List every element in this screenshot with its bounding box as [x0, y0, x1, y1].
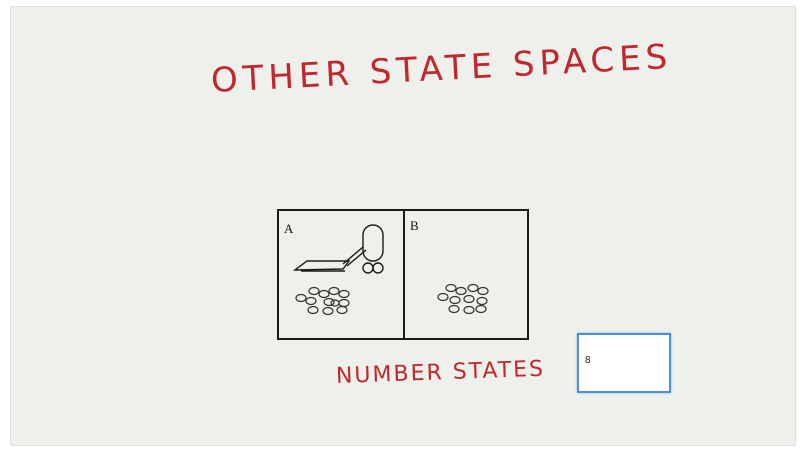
dirt-icon-room-b: [437, 283, 489, 315]
video-frame: OTHER STATE SPACES A B NUMBER STATES 8: [10, 6, 796, 446]
room-b-label: B: [410, 218, 419, 233]
room-a-label: A: [284, 221, 294, 236]
answer-box[interactable]: [577, 333, 671, 393]
answer-input[interactable]: [579, 335, 665, 387]
dirt-icon-room-a: [295, 286, 350, 316]
vacuum-icon: [292, 224, 384, 274]
